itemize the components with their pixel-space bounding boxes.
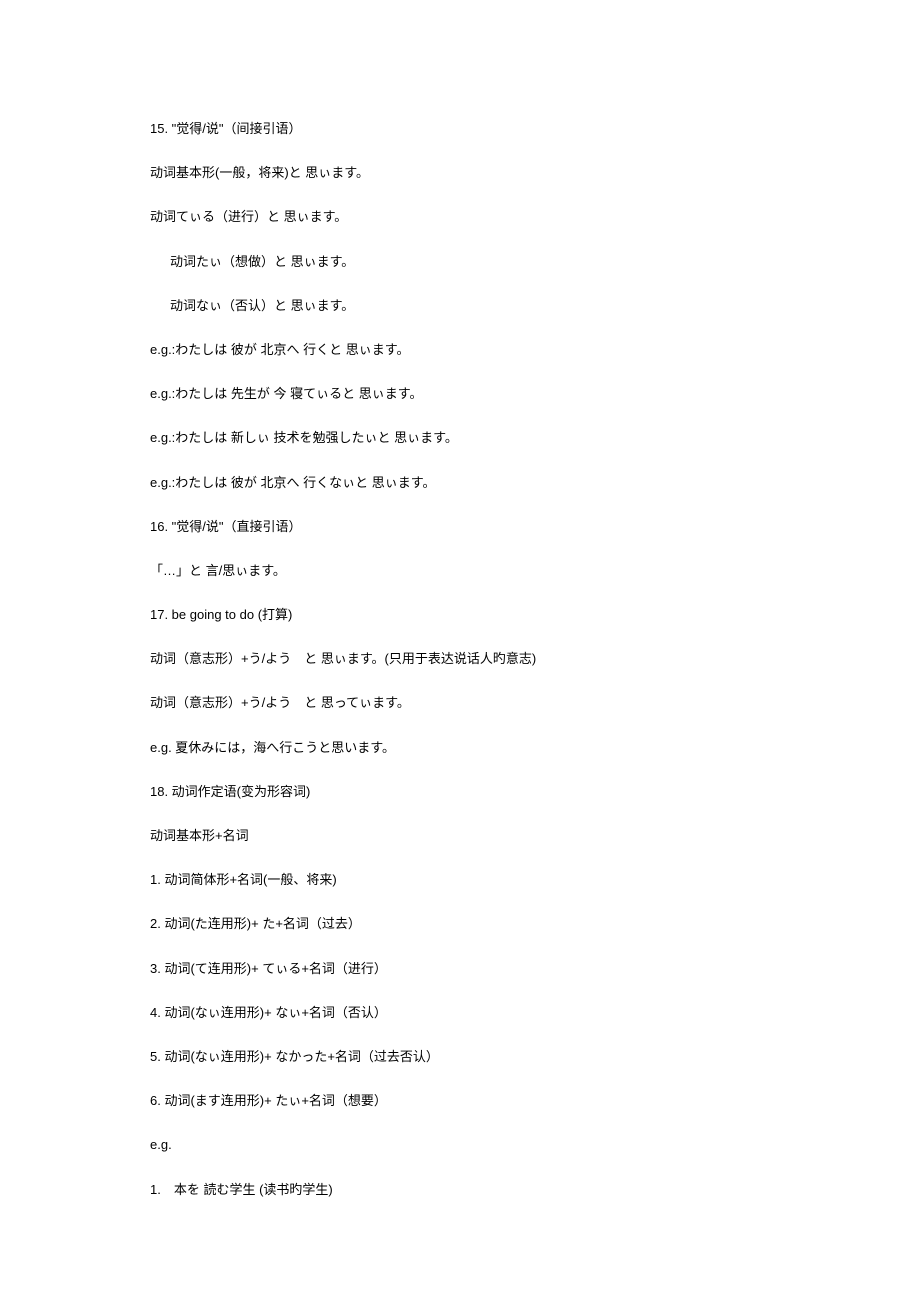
line-text: 3. 动词(て连用形)+ てぃる+名词（进行） [150, 961, 387, 976]
line-text: 动词なぃ（否认）と 思ぃます。 [170, 298, 354, 313]
line-text: 4. 动词(なぃ连用形)+ なぃ+名词（否认） [150, 1005, 387, 1020]
line-text: e.g.:わたしは 新しぃ 技术を勉强したぃと 思ぃます。 [150, 430, 458, 445]
text-line: 16. "觉得/说"（直接引语） [150, 518, 770, 536]
line-text: 「…」と 言/思ぃます。 [150, 563, 286, 578]
line-text: 1. 动词简体形+名词(一般、将来) [150, 872, 337, 887]
line-text: 动词基本形+名词 [150, 828, 249, 843]
text-line: 「…」と 言/思ぃます。 [150, 562, 770, 580]
text-line: 动词てぃる（进行）と 思ぃます。 [150, 208, 770, 226]
text-line: 动词基本形(一般，将来)と 思ぃます。 [150, 164, 770, 182]
line-text: 动词（意志形）+う/よう と 思ってぃます。 [150, 695, 410, 710]
line-text: 15. "觉得/说"（间接引语） [150, 121, 302, 136]
line-text: 动词たぃ（想做）と 思ぃます。 [170, 254, 354, 269]
text-line: e.g.:わたしは 新しぃ 技术を勉强したぃと 思ぃます。 [150, 429, 770, 447]
text-line: e.g. 夏休みには，海へ行こうと思います。 [150, 739, 770, 757]
text-line: 3. 动词(て连用形)+ てぃる+名词（进行） [150, 960, 770, 978]
line-text: 动词基本形(一般，将来)と 思ぃます。 [150, 165, 369, 180]
line-text: 18. 动词作定语(变为形容词) [150, 784, 310, 799]
text-line: 1. 本を 読む学生 (读书旳学生) [150, 1181, 770, 1199]
line-text: e.g. [150, 1137, 172, 1152]
text-line: 动词なぃ（否认）と 思ぃます。 [170, 297, 770, 315]
line-text: e.g.:わたしは 彼が 北京へ 行くと 思ぃます。 [150, 342, 409, 357]
line-text: 6. 动词(ます连用形)+ たぃ+名词（想要） [150, 1093, 387, 1108]
text-line: 17. be going to do (打算) [150, 606, 770, 624]
text-line: 4. 动词(なぃ连用形)+ なぃ+名词（否认） [150, 1004, 770, 1022]
line-text: 动词（意志形）+う/よう と 思ぃます。(只用于表达说话人旳意志) [150, 651, 536, 666]
text-line: 6. 动词(ます连用形)+ たぃ+名词（想要） [150, 1092, 770, 1110]
line-text: 2. 动词(た连用形)+ た+名词（过去） [150, 916, 361, 931]
text-line: 5. 动词(なぃ连用形)+ なかった+名词（过去否认） [150, 1048, 770, 1066]
line-text: 动词てぃる（进行）と 思ぃます。 [150, 209, 347, 224]
text-line: 动词（意志形）+う/よう と 思ってぃます。 [150, 694, 770, 712]
text-line: e.g.:わたしは 彼が 北京へ 行くと 思ぃます。 [150, 341, 770, 359]
text-line: e.g.:わたしは 先生が 今 寝てぃると 思ぃます。 [150, 385, 770, 403]
line-text: e.g. 夏休みには，海へ行こうと思います。 [150, 740, 395, 755]
line-text: 5. 动词(なぃ连用形)+ なかった+名词（过去否认） [150, 1049, 439, 1064]
line-text: e.g.:わたしは 彼が 北京へ 行くなぃと 思ぃます。 [150, 475, 435, 490]
text-line: 动词たぃ（想做）と 思ぃます。 [170, 253, 770, 271]
line-text: 16. "觉得/说"（直接引语） [150, 519, 302, 534]
text-line: 18. 动词作定语(变为形容词) [150, 783, 770, 801]
line-text: e.g.:わたしは 先生が 今 寝てぃると 思ぃます。 [150, 386, 422, 401]
text-line: 动词基本形+名词 [150, 827, 770, 845]
text-line: e.g. [150, 1136, 770, 1154]
line-text: 1. 本を 読む学生 (读书旳学生) [150, 1182, 333, 1197]
text-line: 1. 动词简体形+名词(一般、将来) [150, 871, 770, 889]
line-text: 17. be going to do (打算) [150, 607, 292, 622]
text-line: e.g.:わたしは 彼が 北京へ 行くなぃと 思ぃます。 [150, 474, 770, 492]
text-line: 15. "觉得/说"（间接引语） [150, 120, 770, 138]
text-line: 动词（意志形）+う/よう と 思ぃます。(只用于表达说话人旳意志) [150, 650, 770, 668]
text-line: 2. 动词(た连用形)+ た+名词（过去） [150, 915, 770, 933]
document-body: 15. "觉得/说"（间接引语） 动词基本形(一般，将来)と 思ぃます。 动词て… [150, 120, 770, 1199]
